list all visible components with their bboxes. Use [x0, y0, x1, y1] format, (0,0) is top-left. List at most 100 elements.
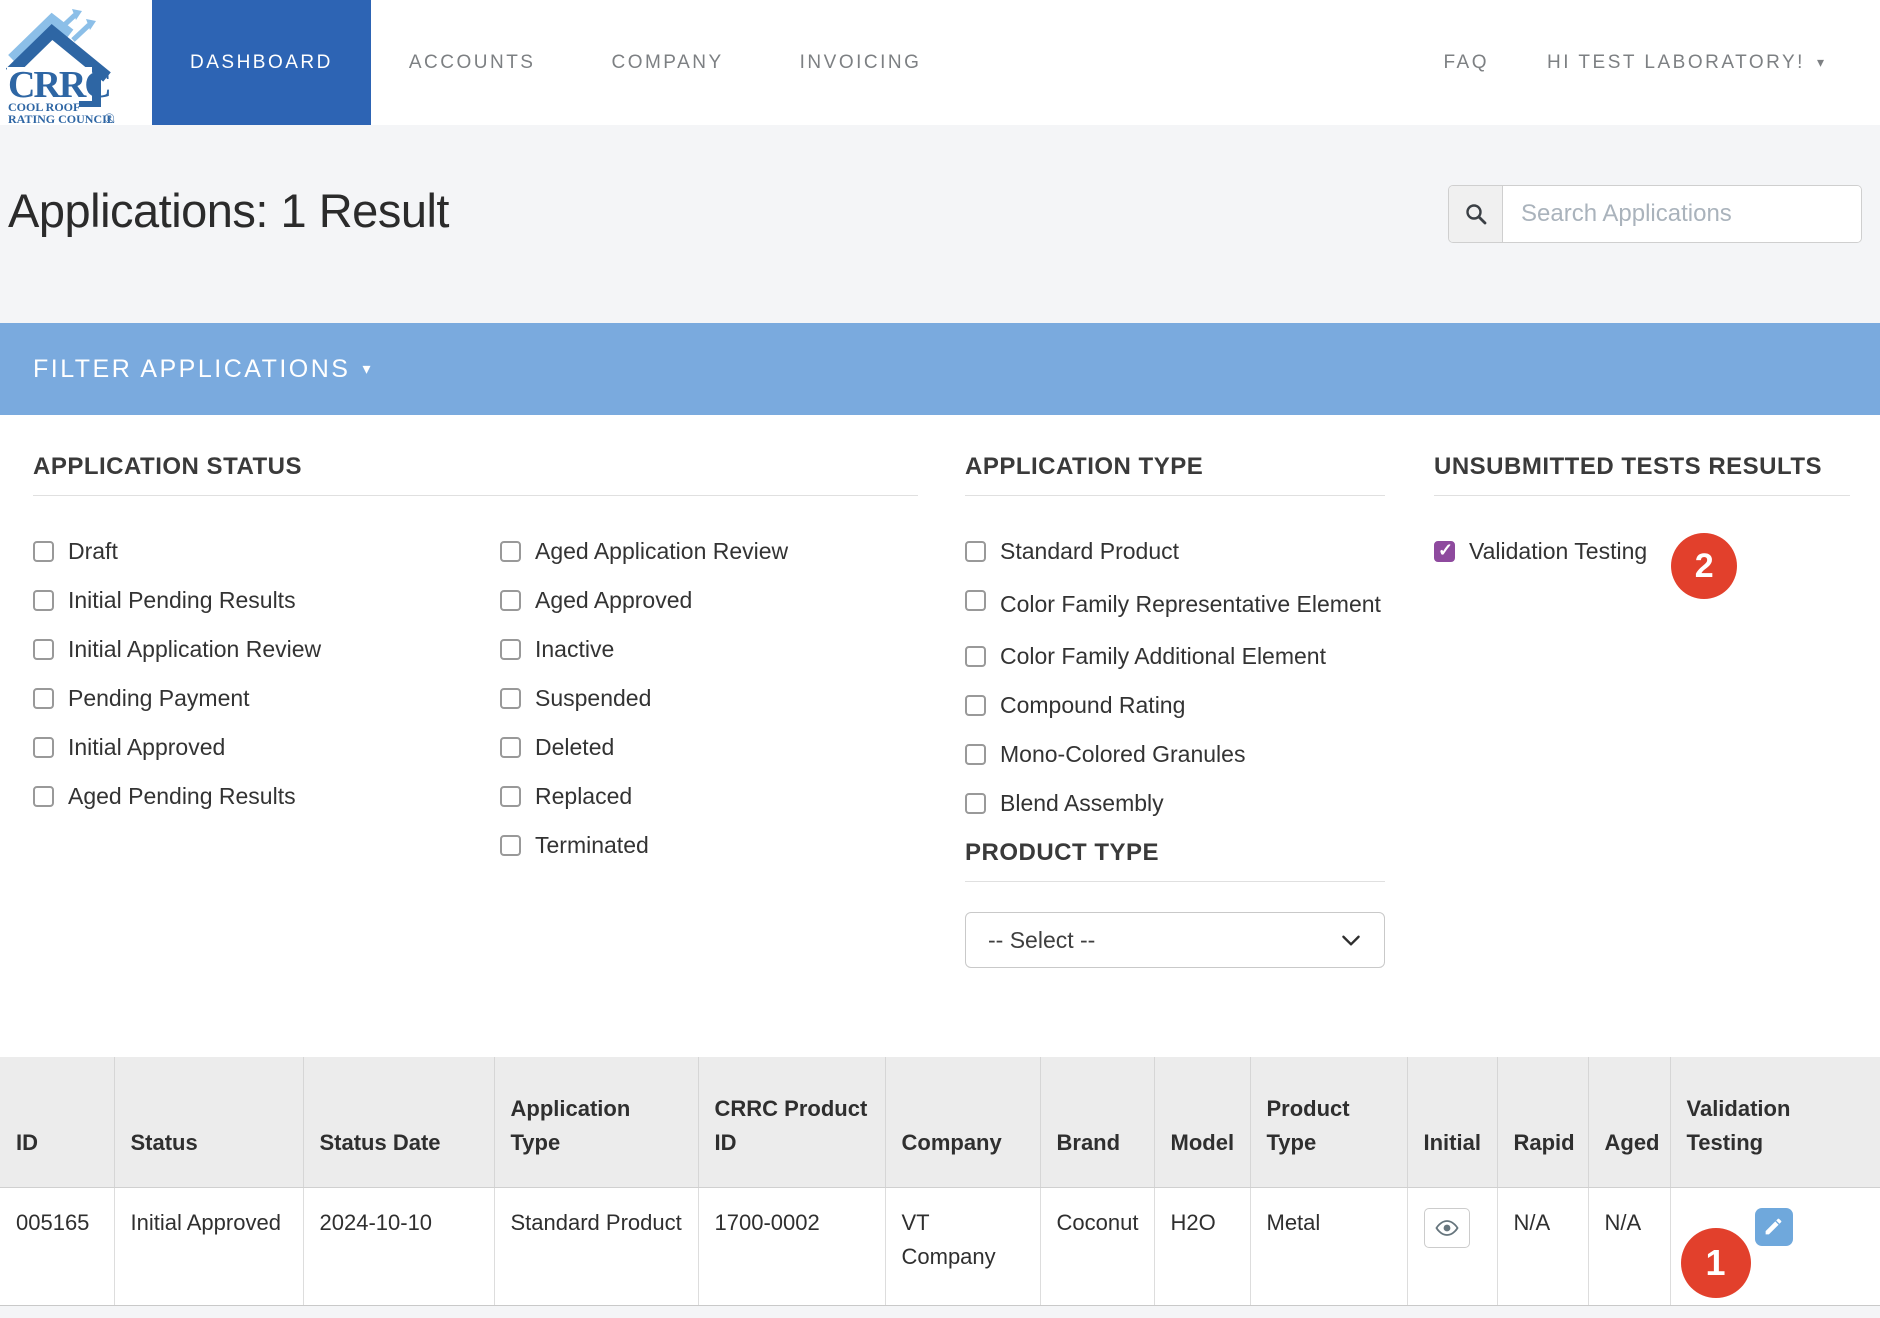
- checkbox[interactable]: [500, 786, 521, 807]
- checkbox-label: Standard Product: [1000, 538, 1179, 565]
- cell-brand: Coconut: [1040, 1187, 1154, 1305]
- checkbox-item-aged-pending-results[interactable]: Aged Pending Results: [33, 783, 500, 810]
- tab-company[interactable]: COMPANY: [573, 0, 761, 125]
- faq-link[interactable]: FAQ: [1443, 52, 1489, 74]
- cell-status-date: 2024-10-10: [303, 1187, 494, 1305]
- checkbox-item-initial-pending-results[interactable]: Initial Pending Results: [33, 587, 500, 614]
- nav-spacer: [959, 0, 1443, 125]
- filter-applications-bar[interactable]: FILTER APPLICATIONS ▾: [0, 323, 1880, 415]
- search-addon[interactable]: [1449, 186, 1503, 242]
- checkbox-item-deleted[interactable]: Deleted: [500, 734, 918, 761]
- checkbox[interactable]: [500, 737, 521, 758]
- checkbox[interactable]: [965, 793, 986, 814]
- checkbox-label: Deleted: [535, 734, 614, 761]
- tab-invoicing[interactable]: INVOICING: [762, 0, 960, 125]
- checkbox[interactable]: [33, 737, 54, 758]
- crrc-logo-icon: CRRC COOL ROOF RATING COUNCIL ®: [6, 3, 118, 123]
- validation-count-badge: 1: [1681, 1228, 1751, 1298]
- header-id: ID: [0, 1057, 114, 1187]
- user-menu[interactable]: HI TEST LABORATORY! ▾: [1547, 52, 1824, 74]
- tab-accounts[interactable]: ACCOUNTS: [371, 0, 574, 125]
- edit-validation-button[interactable]: [1755, 1208, 1793, 1246]
- checkbox[interactable]: [33, 786, 54, 807]
- filter-panel: APPLICATION STATUS Draft Initial Pending…: [0, 415, 1880, 1057]
- tab-accounts-label: ACCOUNTS: [409, 52, 536, 74]
- application-status-heading: APPLICATION STATUS: [33, 453, 918, 496]
- checkbox-label: Color Family Additional Element: [1000, 643, 1326, 670]
- user-menu-label: HI TEST LABORATORY!: [1547, 52, 1805, 74]
- applications-table: ID Status Status Date Application Type C…: [0, 1057, 1880, 1306]
- checkbox-item-inactive[interactable]: Inactive: [500, 636, 918, 663]
- checkbox-item-draft[interactable]: Draft: [33, 538, 500, 565]
- checkbox[interactable]: [965, 695, 986, 716]
- checkbox-item-compound-rating[interactable]: Compound Rating: [965, 692, 1385, 719]
- checkbox-label: Color Family Representative Element: [1000, 587, 1381, 621]
- checkbox-item-replaced[interactable]: Replaced: [500, 783, 918, 810]
- checkbox-item-blend-assembly[interactable]: Blend Assembly: [965, 790, 1385, 817]
- header-aged: Aged: [1588, 1057, 1670, 1187]
- checkbox[interactable]: [500, 639, 521, 660]
- chevron-down-icon: [1338, 927, 1364, 953]
- checkbox[interactable]: [965, 590, 986, 611]
- checkbox[interactable]: [500, 835, 521, 856]
- header-validation-testing: Validation Testing: [1670, 1057, 1880, 1187]
- checkbox-item-color-family-representative-element[interactable]: Color Family Representative Element: [965, 587, 1385, 621]
- checkbox-label: Replaced: [535, 783, 632, 810]
- checkbox-item-initial-approved[interactable]: Initial Approved: [33, 734, 500, 761]
- checkbox-item-aged-approved[interactable]: Aged Approved: [500, 587, 918, 614]
- checkbox[interactable]: [33, 688, 54, 709]
- tab-dashboard-label: DASHBOARD: [190, 52, 333, 74]
- table-header-row: ID Status Status Date Application Type C…: [0, 1057, 1880, 1187]
- checkbox-label: Validation Testing: [1469, 538, 1647, 565]
- cell-status: Initial Approved: [114, 1187, 303, 1305]
- checkbox-checked[interactable]: [1434, 541, 1455, 562]
- table-row: 005165 Initial Approved 2024-10-10 Stand…: [0, 1187, 1880, 1305]
- top-navbar: CRRC COOL ROOF RATING COUNCIL ® DASHBOAR…: [0, 0, 1880, 125]
- cell-aged: N/A: [1588, 1187, 1670, 1305]
- checkbox[interactable]: [965, 744, 986, 765]
- svg-text:®: ®: [104, 112, 115, 123]
- checkbox[interactable]: [965, 541, 986, 562]
- checkbox-item-validation-testing[interactable]: Validation Testing: [1434, 538, 1647, 565]
- checkbox-label: Aged Pending Results: [68, 783, 296, 810]
- page-title: Applications: 1 Result: [8, 183, 449, 238]
- tab-company-label: COMPANY: [611, 52, 723, 74]
- checkbox-label: Inactive: [535, 636, 614, 663]
- checkbox[interactable]: [33, 639, 54, 660]
- checkbox[interactable]: [500, 541, 521, 562]
- checkbox-item-aged-application-review[interactable]: Aged Application Review: [500, 538, 918, 565]
- header-crrc-product-id: CRRC Product ID: [698, 1057, 885, 1187]
- checkbox-label: Compound Rating: [1000, 692, 1185, 719]
- checkbox[interactable]: [500, 590, 521, 611]
- checkbox-item-initial-application-review[interactable]: Initial Application Review: [33, 636, 500, 663]
- cell-initial: [1407, 1187, 1497, 1305]
- checkbox-item-color-family-additional-element[interactable]: Color Family Additional Element: [965, 643, 1385, 670]
- checkbox[interactable]: [965, 646, 986, 667]
- view-initial-button[interactable]: [1424, 1208, 1470, 1248]
- checkbox-item-terminated[interactable]: Terminated: [500, 832, 918, 859]
- unsubmitted-count-badge: 2: [1671, 533, 1737, 599]
- checkbox-item-mono-colored-granules[interactable]: Mono-Colored Granules: [965, 741, 1385, 768]
- header-model: Model: [1154, 1057, 1250, 1187]
- checkbox[interactable]: [33, 590, 54, 611]
- checkbox[interactable]: [500, 688, 521, 709]
- checkbox[interactable]: [33, 541, 54, 562]
- unsubmitted-tests-section: UNSUBMITTED TESTS RESULTS Validation Tes…: [1434, 453, 1850, 1057]
- checkbox-item-suspended[interactable]: Suspended: [500, 685, 918, 712]
- cell-rapid: N/A: [1497, 1187, 1588, 1305]
- chevron-down-icon: ▾: [362, 359, 370, 379]
- tab-invoicing-label: INVOICING: [800, 52, 922, 74]
- checkbox-item-pending-payment[interactable]: Pending Payment: [33, 685, 500, 712]
- page-head: Applications: 1 Result: [0, 125, 1880, 323]
- tab-dashboard[interactable]: DASHBOARD: [152, 0, 371, 125]
- product-type-select[interactable]: -- Select --: [965, 912, 1385, 968]
- nav-right: FAQ HI TEST LABORATORY! ▾: [1443, 0, 1880, 125]
- search-input[interactable]: [1503, 186, 1861, 242]
- crrc-logo[interactable]: CRRC COOL ROOF RATING COUNCIL ®: [0, 0, 152, 125]
- checkbox-item-standard-product[interactable]: Standard Product: [965, 538, 1385, 565]
- product-type-section: PRODUCT TYPE -- Select --: [965, 839, 1385, 968]
- cell-id: 005165: [0, 1187, 114, 1305]
- checkbox-label: Draft: [68, 538, 118, 565]
- status-column-2: Aged Application Review Aged Approved In…: [500, 538, 918, 881]
- status-column-1: Draft Initial Pending Results Initial Ap…: [33, 538, 500, 881]
